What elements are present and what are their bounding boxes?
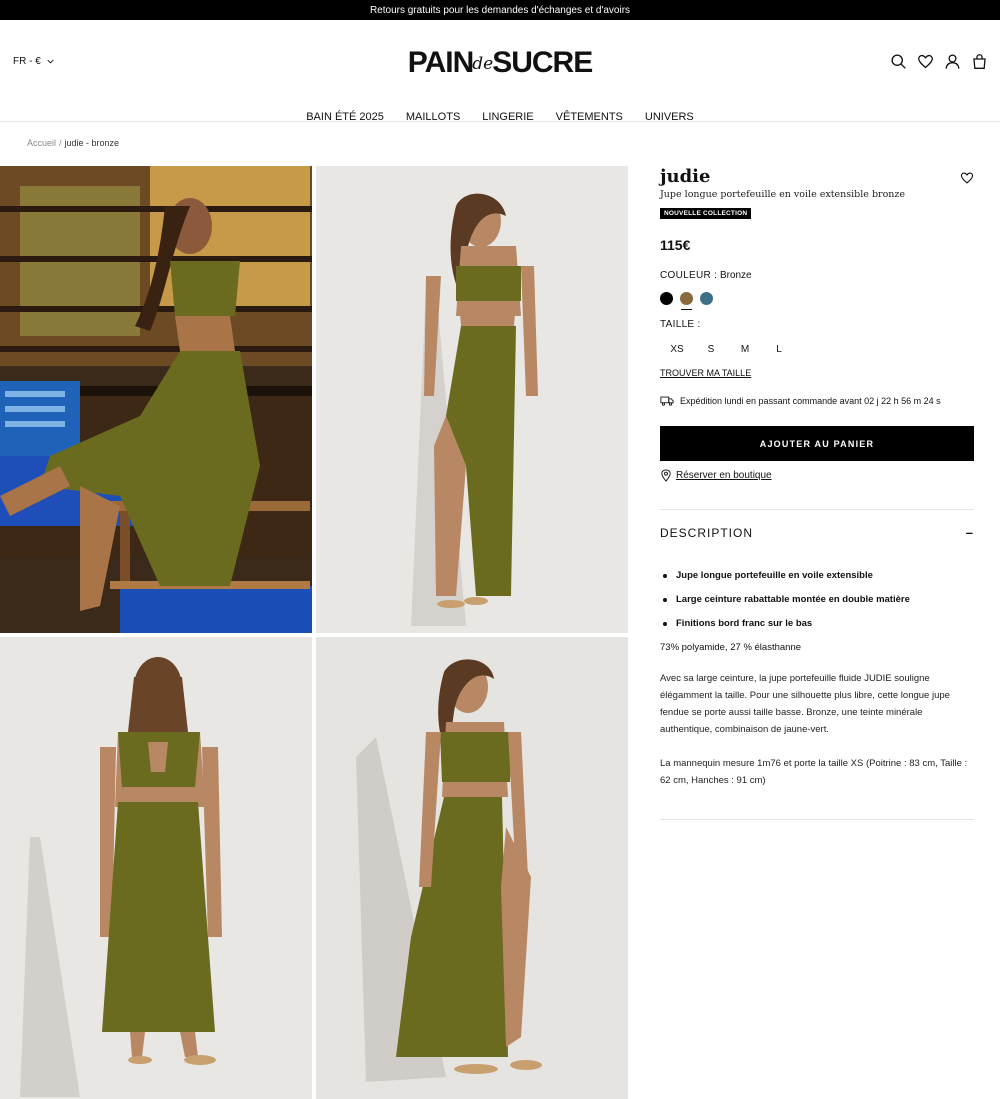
product-gallery (0, 166, 628, 1099)
product-photo-back[interactable] (0, 637, 312, 1099)
search-icon[interactable] (890, 53, 907, 70)
nav-item-bain-ete[interactable]: BAIN ÉTÉ 2025 (306, 111, 384, 123)
breadcrumb-separator: / (59, 138, 62, 148)
product-subtitle: Jupe longue portefeuille en voile extens… (660, 189, 906, 200)
description-accordion-toggle[interactable]: DESCRIPTION – (660, 525, 974, 540)
breadcrumb: Accueil / judie - bronze (27, 138, 119, 148)
product-price: 115€ (660, 237, 691, 253)
nav-item-maillots[interactable]: MAILLOTS (406, 111, 460, 123)
breadcrumb-current: judie - bronze (64, 138, 120, 148)
product-photo-front[interactable] (316, 166, 628, 633)
size-option-m[interactable]: M (728, 344, 762, 355)
description-bullets: Jupe longue portefeuille en voile extens… (660, 570, 974, 629)
breadcrumb-home-link[interactable]: Accueil (27, 138, 56, 148)
color-label: COULEUR : (660, 270, 718, 281)
chevron-down-icon (47, 59, 54, 64)
size-label: TAILLE : (660, 319, 701, 330)
size-option-xs[interactable]: XS (660, 344, 694, 355)
announcement-text: Retours gratuits pour les demandes d'éch… (369, 4, 631, 16)
language-currency-selector[interactable]: FR - € (13, 56, 54, 67)
brand-logo[interactable]: PAINdeSUCRE (408, 46, 593, 80)
user-icon[interactable] (944, 53, 961, 70)
location-pin-icon (661, 469, 671, 482)
color-swatches (660, 292, 974, 310)
add-to-cart-button[interactable]: AJOUTER AU PANIER (660, 426, 974, 461)
product-info: judie Jupe longue portefeuille en voile … (660, 166, 974, 820)
nav-item-lingerie[interactable]: LINGERIE (482, 111, 533, 123)
swatch-blue[interactable] (700, 292, 713, 305)
language-label: FR - € (13, 56, 41, 67)
divider (660, 509, 974, 510)
color-value: Bronze (719, 270, 752, 281)
size-options: XS S M L (660, 344, 974, 355)
site-header: FR - € PAINdeSUCRE BAIN ÉTÉ 2025 MAILLOT… (0, 20, 1000, 123)
divider (660, 819, 974, 820)
reserve-in-store-link[interactable]: Réserver en boutique (660, 469, 974, 482)
size-option-s[interactable]: S (694, 344, 728, 355)
model-size-info: La mannequin mesure 1m76 et porte la tai… (660, 758, 968, 786)
wishlist-heart-icon[interactable] (960, 171, 974, 185)
truck-icon (660, 396, 674, 406)
description-bullet: Large ceinture rabattable montée en doub… (660, 594, 974, 605)
heart-icon[interactable] (917, 53, 934, 70)
new-collection-badge: NOUVELLE COLLECTION (660, 208, 752, 219)
header-icons (890, 53, 988, 70)
description-bullet: Finitions bord franc sur le bas (660, 618, 974, 629)
product-photo-lifestyle[interactable] (0, 166, 312, 633)
announcement-bar: Retours gratuits pour les demandes d'éch… (0, 0, 1000, 20)
main-nav: BAIN ÉTÉ 2025 MAILLOTS LINGERIE VÊTEMENT… (0, 111, 1000, 123)
nav-item-univers[interactable]: UNIVERS (645, 111, 694, 123)
nav-item-vetements[interactable]: VÊTEMENTS (556, 111, 623, 123)
find-my-size-link[interactable]: TROUVER MA TAILLE (660, 368, 751, 378)
shipping-text: Expédition lundi en passant commande ava… (680, 396, 941, 406)
swatch-bronze[interactable] (680, 292, 693, 310)
description-paragraph: Avec sa large ceinture, la jupe portefeu… (660, 673, 950, 735)
product-name: judie (660, 166, 711, 187)
bag-icon[interactable] (971, 53, 988, 70)
collapse-minus-icon: – (965, 525, 974, 540)
reserve-text: Réserver en boutique (676, 470, 772, 481)
shipping-info: Expédition lundi en passant commande ava… (660, 396, 974, 406)
swatch-black[interactable] (660, 292, 673, 305)
description-bullet: Jupe longue portefeuille en voile extens… (660, 570, 974, 581)
product-photo-front-pose[interactable] (316, 637, 628, 1099)
color-selector-label: COULEUR : Bronze (660, 270, 974, 281)
composition-text: 73% polyamide, 27 % élasthanne (660, 642, 802, 653)
size-option-l[interactable]: L (762, 344, 796, 355)
description-title: DESCRIPTION (660, 525, 754, 540)
